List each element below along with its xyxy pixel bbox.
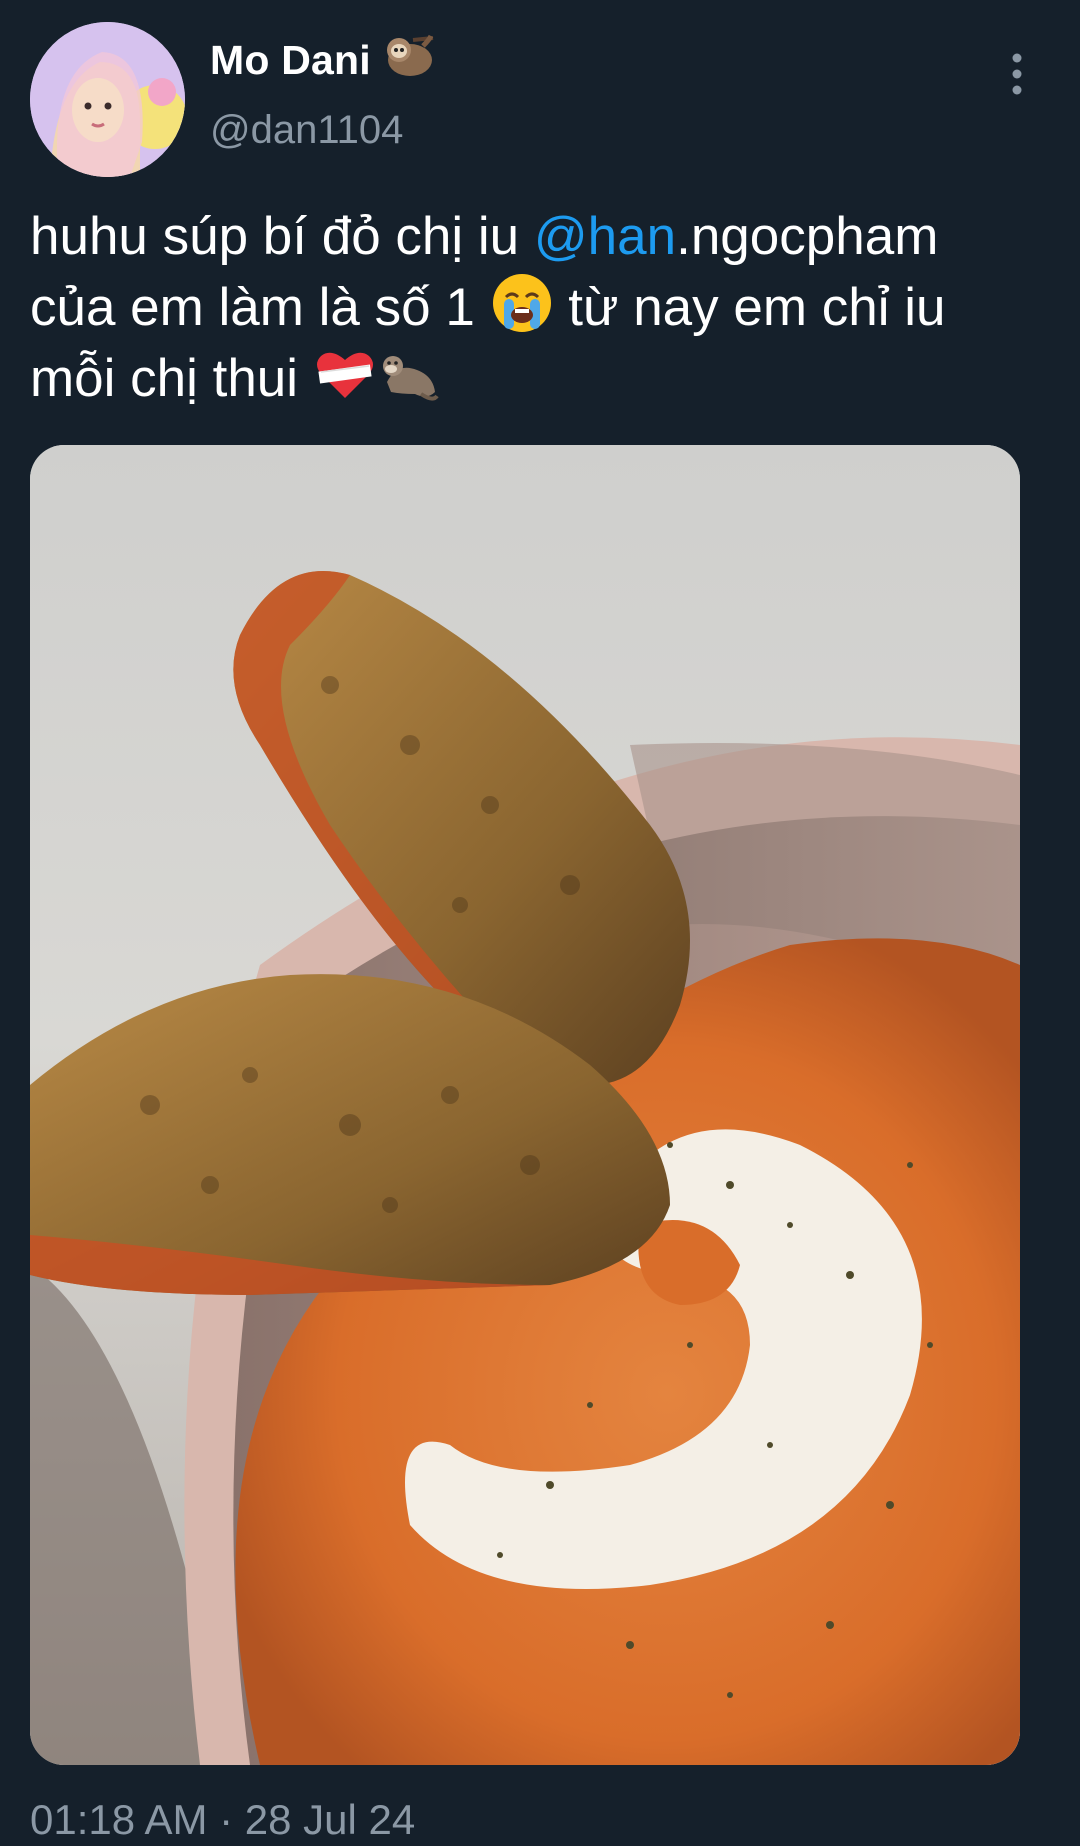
vertical-ellipsis-icon [1012, 53, 1022, 95]
tweet-text-segment: huhu súp bí đỏ chị iu [30, 207, 534, 266]
tweet-line-3: mỗi chị thui [30, 342, 1060, 413]
avatar[interactable] [30, 22, 185, 177]
more-options-button[interactable] [1000, 50, 1034, 98]
tweet-text-segment: của em làm là số 1 [30, 278, 490, 337]
tweet-text-segment: mỗi chị thui [30, 349, 313, 408]
mending-heart-icon [313, 342, 377, 406]
pumpkin-soup-photo [30, 445, 1020, 1765]
tweet-line-1: huhu súp bí đỏ chị iu @han.ngocpham [30, 203, 1060, 271]
avatar-image [30, 22, 185, 177]
tweet-text-segment: từ nay em chỉ iu [553, 278, 946, 337]
otter-icon [377, 342, 441, 406]
display-name-text: Mo Dani [210, 37, 371, 83]
tweet-photo[interactable] [30, 445, 1020, 1765]
mention-link[interactable]: @han [534, 207, 676, 266]
display-name[interactable]: Mo Dani [210, 34, 437, 84]
sloth-icon [383, 34, 437, 80]
tweet-text-segment: .ngocpham [676, 207, 939, 266]
tweet-text: huhu súp bí đỏ chị iu @han.ngocpham của … [30, 203, 1060, 413]
tweet-timestamp[interactable]: 01:18 AM · 28 Jul 24 [30, 1796, 415, 1844]
handle[interactable]: @dan1104 [210, 108, 403, 153]
loudly-crying-face-icon [490, 271, 554, 335]
tweet-line-2: của em làm là số 1 từ nay em chỉ iu [30, 271, 1060, 342]
